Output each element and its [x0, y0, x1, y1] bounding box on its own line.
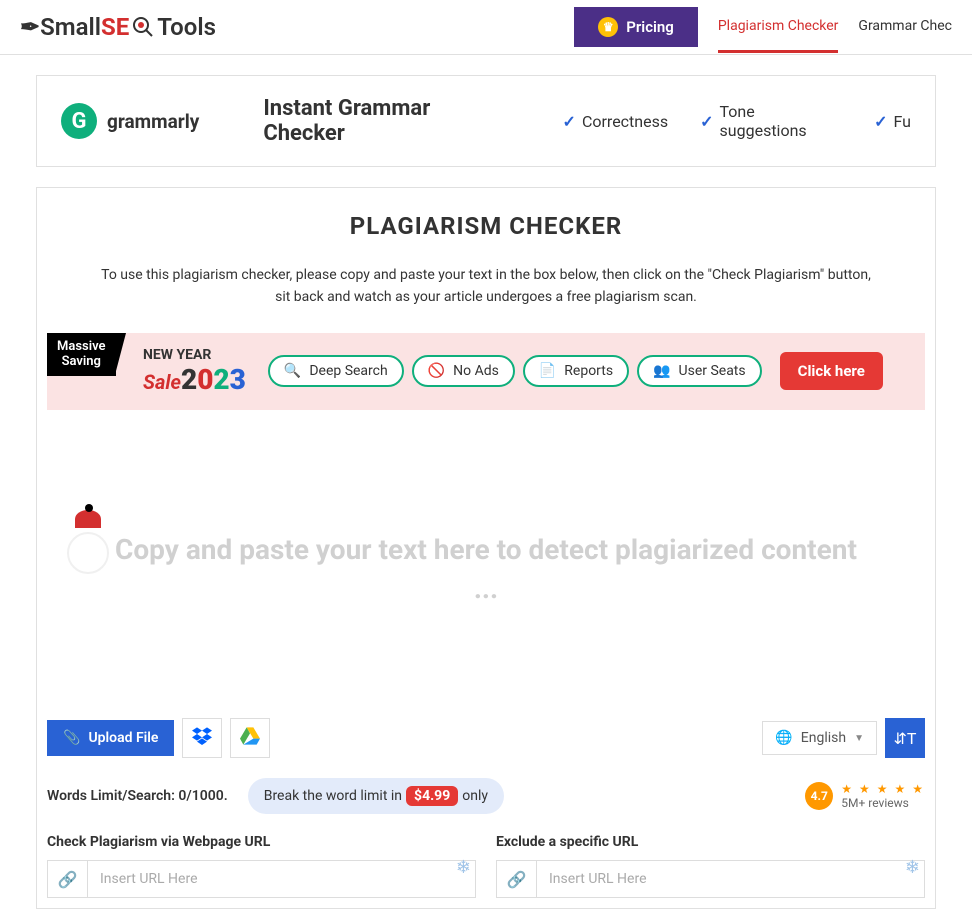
page-title: PLAGIARISM CHECKER — [37, 188, 935, 264]
price-badge: $4.99 — [406, 786, 458, 806]
pricing-label: Pricing — [626, 18, 674, 36]
site-logo[interactable]: ✒ Small SE Tools — [20, 13, 216, 41]
check-url-label: Check Plagiarism via Webpage URL — [47, 834, 476, 850]
logo-feather-icon: ✒ — [20, 13, 40, 41]
check-icon: ✓ — [563, 112, 576, 131]
logo-text-seo: SE — [101, 13, 129, 41]
users-icon: 👥 — [653, 363, 670, 379]
logo-text-tools: Tools — [157, 13, 216, 41]
click-here-button[interactable]: Click here — [780, 352, 883, 390]
crown-icon: ♛ — [598, 17, 618, 37]
magnifier-icon — [131, 15, 155, 39]
stars-icon: ★ ★ ★ ★ ★ — [841, 782, 925, 796]
no-ads-icon: 🚫 — [428, 363, 445, 379]
promo-no-ads[interactable]: 🚫 No Ads — [412, 355, 515, 387]
attachment-icon: 📎 — [63, 730, 80, 746]
grammarly-logo-icon: G — [61, 103, 97, 139]
link-icon: 🔗 — [48, 861, 88, 897]
sale-text: Sale — [143, 370, 181, 394]
instruction-text: To use this plagiarism checker, please c… — [37, 264, 935, 333]
promo-reports[interactable]: 📄 Reports — [523, 355, 629, 387]
words-limit-text: Words Limit/Search: 0/1000. — [47, 788, 228, 804]
check-icon: ✓ — [874, 112, 887, 131]
font-size-button[interactable]: ⇵T — [885, 718, 925, 758]
grammarly-ad-banner[interactable]: G grammarly Instant Grammar Checker ✓ Co… — [36, 75, 936, 167]
logo-text-small: Small — [40, 13, 101, 41]
check-icon: ✓ — [700, 112, 713, 131]
nav-plagiarism-checker[interactable]: Plagiarism Checker — [718, 2, 839, 53]
dropbox-button[interactable] — [182, 718, 222, 758]
ad-feature-tone: ✓ Tone suggestions — [700, 102, 842, 140]
chevron-down-icon: ▼ — [854, 733, 864, 744]
text-height-icon: ⇵T — [894, 729, 917, 748]
dropbox-icon — [192, 727, 212, 750]
nav-grammar-checker[interactable]: Grammar Chec — [858, 2, 952, 53]
google-drive-icon — [240, 727, 260, 749]
rating-widget[interactable]: 4.7 ★ ★ ★ ★ ★ 5M+ reviews — [805, 782, 925, 810]
editor-placeholder: Copy and paste your text here to detect … — [47, 430, 925, 708]
link-icon: 🔗 — [497, 861, 537, 897]
ad-feature-correctness: ✓ Correctness — [563, 102, 669, 140]
massive-saving-badge: Massive Saving — [47, 333, 116, 376]
exclude-url-input[interactable] — [537, 861, 924, 897]
ad-feature-partial: ✓ Fu — [874, 102, 911, 140]
search-icon: 🔍 — [284, 363, 301, 379]
grammarly-brand-text: grammarly — [107, 110, 199, 133]
ad-headline: Instant Grammar Checker — [263, 96, 514, 146]
exclude-url-label: Exclude a specific URL — [496, 834, 925, 850]
text-input-area[interactable]: Copy and paste your text here to detect … — [37, 410, 935, 718]
santa-icon — [67, 520, 115, 568]
splash-icon: ❄ — [456, 857, 471, 878]
pricing-button[interactable]: ♛ Pricing — [574, 7, 698, 47]
globe-icon: 🌐 — [775, 730, 792, 746]
google-drive-button[interactable] — [230, 718, 270, 758]
break-limit-link[interactable]: Break the word limit in $4.99 only — [248, 778, 504, 814]
promo-banner: Massive Saving NEW YEAR Sale 2 0 2 3 — [47, 333, 925, 410]
reviews-count: 5M+ reviews — [841, 796, 925, 810]
promo-user-seats[interactable]: 👥 User Seats — [637, 355, 762, 387]
language-selector[interactable]: 🌐 English ▼ — [762, 721, 877, 755]
report-icon: 📄 — [539, 363, 556, 379]
check-url-input[interactable] — [88, 861, 475, 897]
splash-icon: ❄ — [905, 857, 920, 878]
new-year-text: NEW YEAR — [143, 347, 246, 363]
upload-file-button[interactable]: 📎 Upload File — [47, 720, 174, 756]
rating-score: 4.7 — [805, 782, 833, 810]
promo-deep-search[interactable]: 🔍 Deep Search — [268, 355, 404, 387]
